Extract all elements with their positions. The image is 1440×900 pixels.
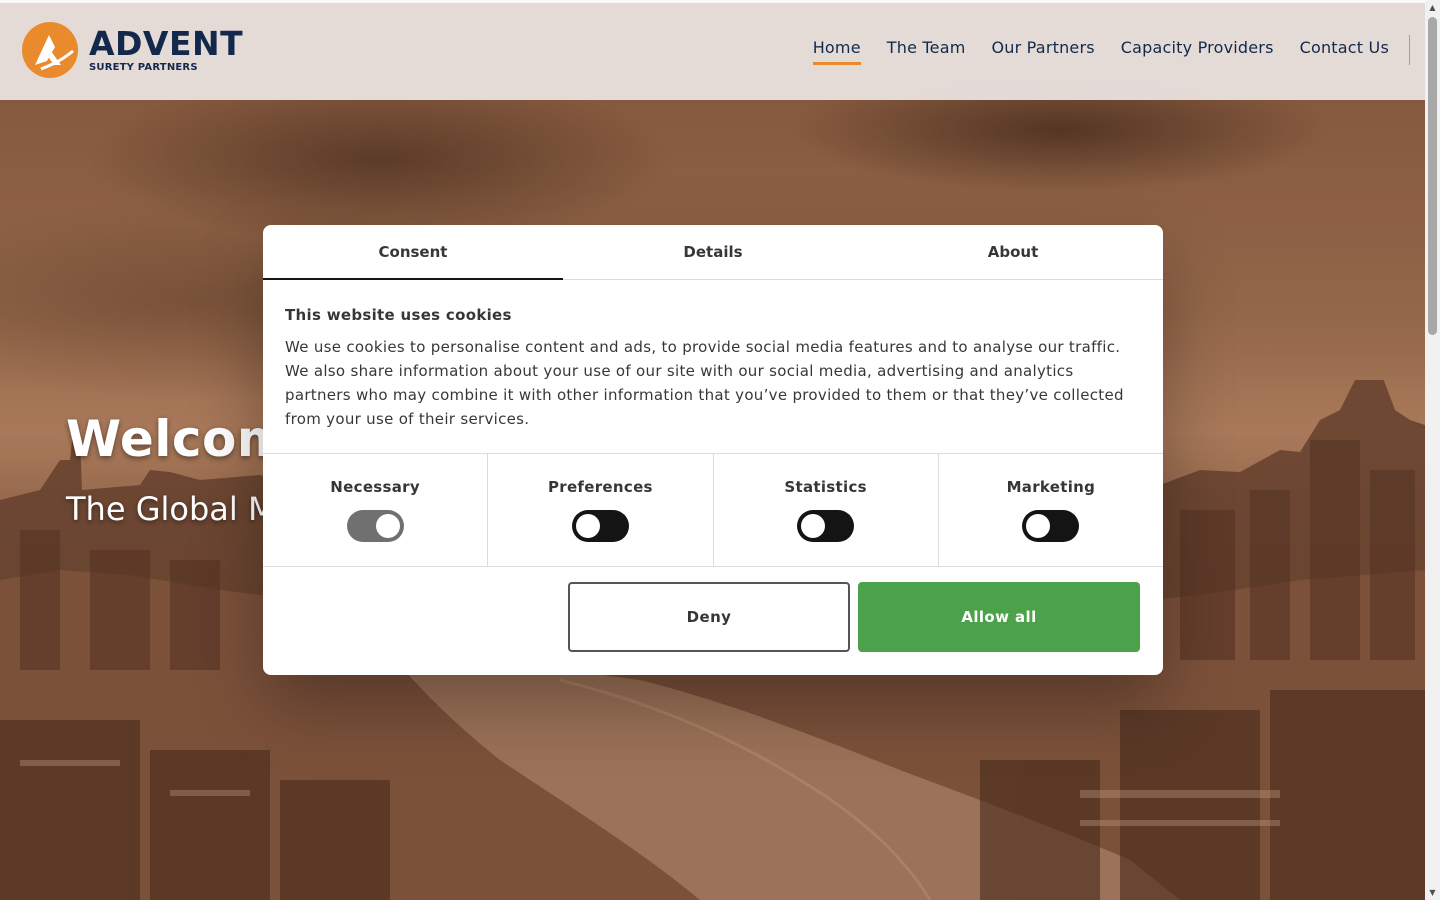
logo-name: ADVENT bbox=[89, 24, 244, 63]
logo-text: ADVENT SURETY PARTNERS bbox=[89, 24, 244, 74]
toggle-knob bbox=[575, 514, 600, 538]
allow-all-button[interactable]: Allow all bbox=[858, 582, 1140, 652]
category-marketing: Marketing bbox=[937, 454, 1163, 566]
brand-logo[interactable]: ADVENT SURETY PARTNERS bbox=[21, 21, 243, 79]
nav-divider bbox=[1409, 35, 1410, 65]
nav-contact-us[interactable]: Contact Us bbox=[1300, 38, 1389, 65]
dialog-tabs: Consent Details About bbox=[263, 225, 1163, 280]
category-marketing-label: Marketing bbox=[1006, 478, 1096, 496]
main-nav: Home The Team Our Partners Capacity Prov… bbox=[787, 38, 1389, 65]
hero-subtitle: The Global M bbox=[66, 490, 276, 528]
category-necessary-label: Necessary bbox=[330, 478, 420, 496]
scroll-thumb[interactable] bbox=[1428, 17, 1437, 335]
toggle-knob bbox=[375, 514, 400, 538]
category-necessary: Necessary bbox=[263, 454, 487, 566]
tab-consent[interactable]: Consent bbox=[263, 225, 563, 280]
nav-the-team[interactable]: The Team bbox=[887, 38, 966, 65]
toggle-knob bbox=[801, 514, 826, 538]
scroll-up-arrow-icon[interactable]: ▲ bbox=[1425, 0, 1440, 15]
dialog-body: This website uses cookies We use cookies… bbox=[263, 280, 1163, 453]
tab-details-label: Details bbox=[683, 243, 743, 261]
necessary-toggle[interactable] bbox=[346, 510, 404, 542]
category-preferences: Preferences bbox=[487, 454, 712, 566]
deny-button[interactable]: Deny bbox=[568, 582, 850, 652]
nav-home[interactable]: Home bbox=[812, 38, 861, 65]
top-strip bbox=[0, 0, 1425, 3]
category-statistics-label: Statistics bbox=[784, 478, 867, 496]
logo-tagline: SURETY PARTNERS bbox=[89, 62, 198, 73]
scroll-down-arrow-icon[interactable]: ▼ bbox=[1425, 885, 1440, 900]
category-preferences-label: Preferences bbox=[547, 478, 653, 496]
dialog-actions: Deny Allow all bbox=[263, 567, 1163, 652]
nav-capacity-providers[interactable]: Capacity Providers bbox=[1121, 38, 1274, 65]
cookie-categories: Necessary Preferences Statistics Marketi… bbox=[263, 453, 1163, 567]
dialog-description: We use cookies to personalise content an… bbox=[285, 338, 1124, 428]
dialog-heading: This website uses cookies bbox=[285, 306, 512, 324]
toggle-knob bbox=[1026, 514, 1051, 538]
page-scrollbar[interactable]: ▲ ▼ bbox=[1425, 0, 1440, 900]
nav-our-partners[interactable]: Our Partners bbox=[991, 38, 1094, 65]
deny-button-label: Deny bbox=[686, 608, 732, 626]
tab-details[interactable]: Details bbox=[563, 225, 863, 279]
tab-consent-label: Consent bbox=[378, 243, 448, 261]
statistics-toggle[interactable] bbox=[797, 510, 855, 542]
category-statistics: Statistics bbox=[712, 454, 938, 566]
cookie-consent-dialog: Consent Details About This website uses … bbox=[263, 225, 1163, 675]
hero-title: Welcom bbox=[66, 410, 290, 468]
site-header: ADVENT SURETY PARTNERS Home The Team Our… bbox=[0, 3, 1425, 100]
marketing-toggle[interactable] bbox=[1022, 510, 1080, 542]
tab-about-label: About bbox=[987, 243, 1039, 261]
advent-logo-icon bbox=[22, 22, 78, 78]
tab-about[interactable]: About bbox=[863, 225, 1163, 279]
preferences-toggle[interactable] bbox=[571, 510, 629, 542]
